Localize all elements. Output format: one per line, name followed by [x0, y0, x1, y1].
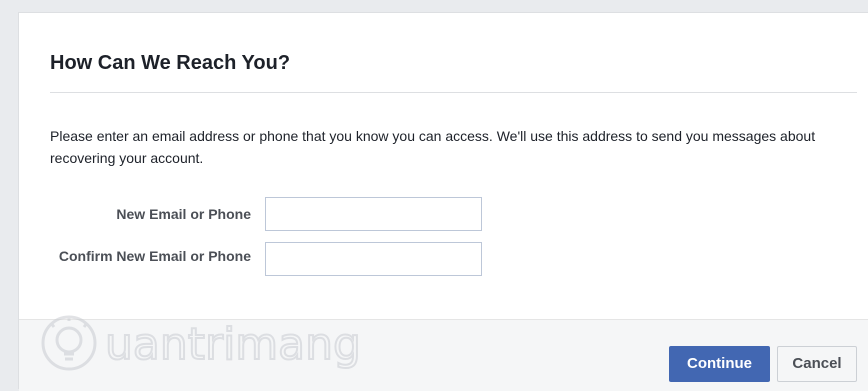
new-email-input[interactable] [265, 197, 482, 231]
dialog-card: How Can We Reach You? Please enter an em… [18, 12, 868, 391]
dialog-description: Please enter an email address or phone t… [50, 128, 816, 166]
confirm-email-label: Confirm New Email or Phone [58, 248, 251, 264]
continue-button[interactable]: Continue [669, 346, 770, 382]
cancel-button[interactable]: Cancel [777, 346, 857, 382]
confirm-email-input[interactable] [265, 242, 482, 276]
dialog-footer: Continue Cancel [19, 319, 868, 391]
new-email-label: New Email or Phone [116, 206, 251, 222]
dialog-title: How Can We Reach You? [50, 52, 291, 74]
title-divider [50, 92, 857, 93]
page-background [0, 0, 18, 389]
